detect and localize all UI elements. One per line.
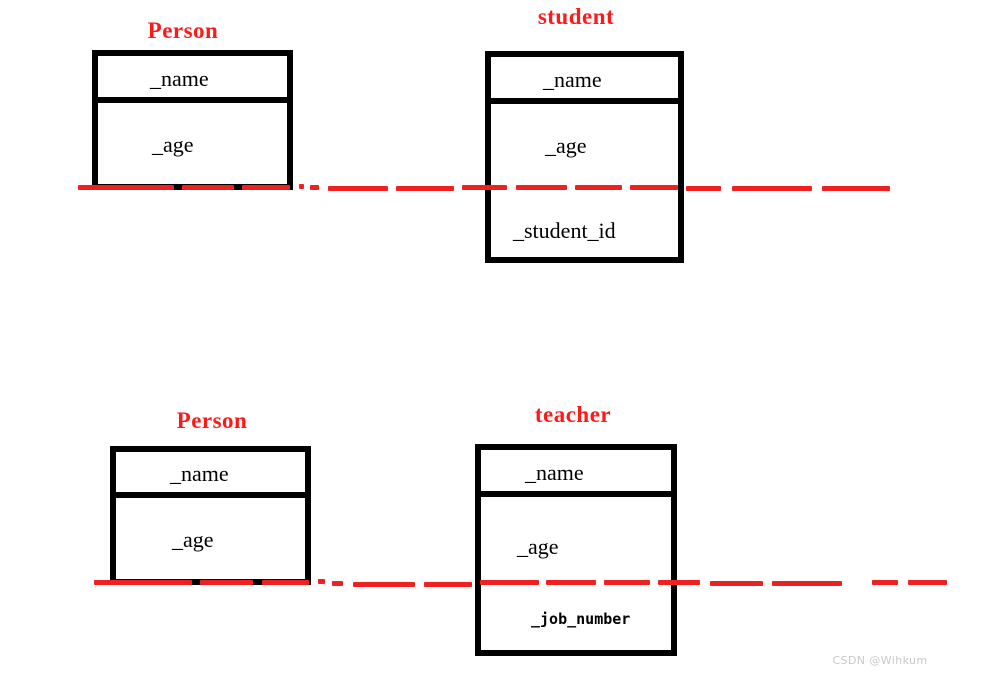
class-divider-person-top <box>92 97 293 103</box>
class-field-teacher-1: _age <box>517 534 559 559</box>
cut-line-bottom-segment-14 <box>908 580 947 585</box>
cut-line-bottom-segment-5 <box>353 582 415 587</box>
cut-line-top-segment-12 <box>732 186 812 191</box>
class-field-person-top-0: _name <box>150 65 209 91</box>
cut-line-top-segment-3 <box>299 184 304 189</box>
cut-line-top-segment-13 <box>822 186 890 191</box>
class-field-person-bottom-0: _name <box>170 460 229 486</box>
class-field-student-0: _name <box>543 66 602 92</box>
class-field-student-2: _student_id <box>513 218 616 243</box>
cut-line-bottom-segment-13 <box>872 580 898 585</box>
cut-line-top-segment-5 <box>328 186 388 191</box>
class-field-student-1: _age <box>545 133 587 158</box>
class-divider-student <box>485 98 684 104</box>
class-title-person-top: Person <box>147 18 219 43</box>
class-field-person-bottom-1: _age <box>172 527 214 552</box>
class-field-teacher-2: _job_number <box>531 610 631 628</box>
class-title-teacher: teacher <box>534 402 612 427</box>
diagram-canvas: Person _name _age student _name _age _student_… <box>0 0 982 675</box>
class-field-teacher-0: _name <box>525 459 584 485</box>
cut-line-bottom-segment-6 <box>424 582 472 587</box>
class-title-person-bottom: Person <box>176 408 248 433</box>
cut-line-bottom-segment-4 <box>332 581 343 586</box>
class-divider-person-bottom <box>110 492 311 498</box>
cut-line-bottom-segment-11 <box>710 581 763 586</box>
class-title-student: student <box>537 4 615 29</box>
class-field-person-top-1: _age <box>152 132 194 157</box>
class-divider-teacher <box>475 491 677 497</box>
cut-line-top-segment-11 <box>686 186 721 191</box>
cut-line-top-segment-6 <box>396 186 454 191</box>
cut-line-top-segment-4 <box>310 185 319 190</box>
cut-line-bottom-segment-12 <box>772 581 842 586</box>
cut-line-bottom-segment-3 <box>318 579 325 584</box>
watermark-label: CSDN @Wihkum <box>832 654 928 667</box>
